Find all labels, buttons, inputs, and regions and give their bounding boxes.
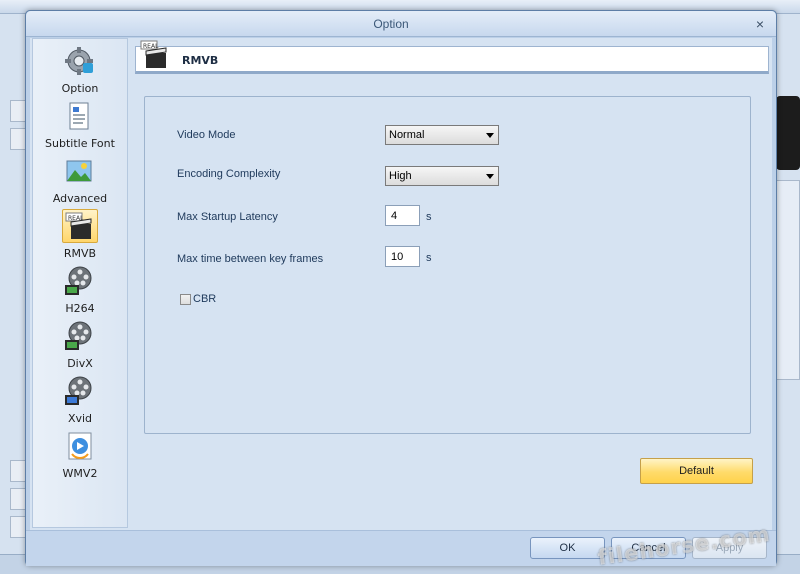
background-right-pane — [776, 180, 800, 380]
sidebar-item-subtitle-font[interactable]: Subtitle Font — [33, 100, 127, 155]
document-text-icon — [69, 102, 89, 130]
latency-unit-label: s — [426, 211, 432, 223]
sidebar-item-xvid[interactable]: Xvid — [33, 375, 127, 430]
settings-gear-icon — [65, 47, 93, 75]
film-reel-icon — [65, 321, 92, 350]
background-preview-panel — [776, 96, 800, 170]
max-startup-latency-input[interactable] — [386, 206, 419, 225]
film-reel-icon — [65, 266, 92, 295]
section-title: RMVB — [182, 54, 219, 67]
option-dialog: Option × Option Subtitle Font Advanced R… — [25, 10, 777, 566]
background-side-icon — [10, 488, 26, 510]
encoding-complexity-label: Encoding Complexity — [177, 168, 281, 180]
max-keyframe-input[interactable] — [386, 247, 419, 266]
max-keyframe-label: Max time between key frames — [177, 253, 324, 265]
media-player-icon — [68, 432, 92, 460]
picture-icon — [66, 160, 92, 182]
dialog-client-area: Option Subtitle Font Advanced REAL RMVB … — [30, 38, 772, 530]
encoding-complexity-value: High — [389, 170, 412, 182]
ok-button[interactable]: OK — [530, 537, 605, 559]
keyframe-unit-label: s — [426, 252, 432, 264]
sidebar-item-label: H264 — [65, 302, 95, 315]
video-mode-value: Normal — [389, 129, 425, 141]
cbr-label[interactable]: CBR — [193, 293, 216, 305]
film-reel-icon — [65, 376, 92, 405]
title-bar: Option × — [26, 11, 776, 37]
sidebar-item-label: Xvid — [67, 412, 93, 425]
background-side-icon — [10, 128, 26, 150]
background-side-icon — [10, 100, 26, 122]
encoding-complexity-select[interactable]: High — [385, 166, 499, 186]
sidebar-item-label: DivX — [67, 357, 93, 370]
real-clapper-icon: REAL — [140, 40, 167, 68]
category-sidebar: Option Subtitle Font Advanced REAL RMVB … — [32, 38, 128, 528]
sidebar-item-label: Option — [61, 82, 99, 95]
max-startup-latency-label: Max Startup Latency — [177, 211, 278, 223]
sidebar-item-label: Advanced — [52, 192, 108, 205]
sidebar-item-rmvb[interactable]: REAL RMVB — [33, 209, 127, 265]
video-mode-label: Video Mode — [177, 129, 236, 141]
sidebar-item-label: Subtitle Font — [45, 137, 115, 150]
default-button[interactable]: Default — [640, 458, 753, 484]
sidebar-item-divx[interactable]: DivX — [33, 320, 127, 375]
background-side-icon — [10, 460, 26, 482]
section-header: REAL RMVB — [135, 40, 769, 74]
rmvb-settings-panel: Video Mode Normal Encoding Complexity Hi… — [144, 96, 751, 434]
max-startup-latency-field[interactable] — [385, 205, 420, 226]
close-button[interactable]: × — [752, 16, 768, 32]
real-clapper-icon: REAL — [65, 212, 92, 239]
sidebar-item-label: WMV2 — [62, 467, 98, 480]
background-side-icon — [10, 516, 26, 538]
sidebar-item-h264[interactable]: H264 — [33, 265, 127, 320]
dialog-title: Option — [373, 17, 409, 31]
dropdown-arrow-icon — [486, 174, 494, 179]
sidebar-item-option[interactable]: Option — [33, 45, 127, 100]
sidebar-item-label: RMVB — [63, 247, 97, 260]
sidebar-item-advanced[interactable]: Advanced — [33, 155, 127, 210]
cbr-checkbox[interactable] — [180, 294, 191, 305]
max-keyframe-field[interactable] — [385, 246, 420, 267]
sidebar-item-wmv2[interactable]: WMV2 — [33, 430, 127, 485]
video-mode-select[interactable]: Normal — [385, 125, 499, 145]
dropdown-arrow-icon — [486, 133, 494, 138]
